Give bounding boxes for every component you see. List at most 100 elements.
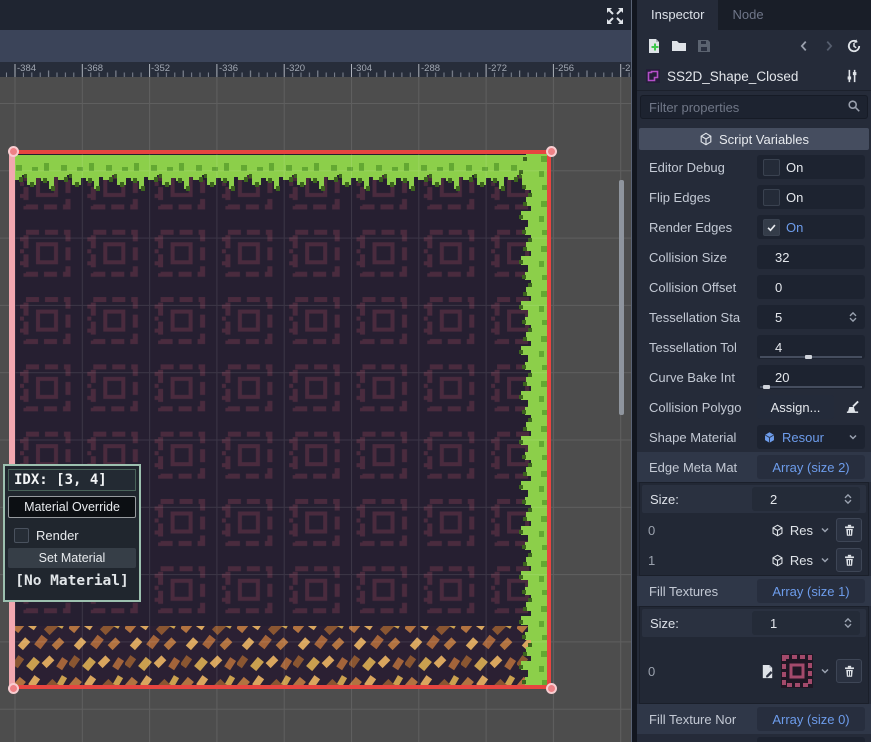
object-history-button[interactable] <box>843 35 865 57</box>
extra-tools-button[interactable] <box>841 65 863 87</box>
assign-node-button[interactable]: Assign... <box>757 395 834 419</box>
flip-edges-checkbox[interactable]: On <box>757 185 865 209</box>
edge-meta-array-button[interactable]: Array (size 2) <box>757 455 865 479</box>
expand-icon <box>605 6 625 26</box>
ruler-label: -288 <box>421 62 440 75</box>
prop-label: Collision Offset <box>649 280 757 295</box>
ruler-label: -272 <box>488 62 507 75</box>
resource-cube-icon <box>771 524 784 537</box>
prop-row-collision-size: Collision Size 32 <box>637 242 871 272</box>
filter-properties-input[interactable] <box>640 95 868 119</box>
shape-edge-bottom[interactable] <box>13 685 551 689</box>
point-handle-bottom-right[interactable] <box>546 683 557 694</box>
slider-track <box>760 386 862 388</box>
trash-icon <box>843 554 856 567</box>
chevron-down-icon <box>819 665 831 677</box>
history-forward-button[interactable] <box>818 35 840 57</box>
no-material-label: [No Material] <box>8 573 136 589</box>
viewport-2d[interactable]: -384 -368 -352 -336 -320 -304 -288 -272 … <box>0 0 631 742</box>
collision-size-field[interactable]: 32 <box>757 245 865 269</box>
ruler-label: -352 <box>151 62 170 75</box>
collision-offset-field[interactable]: 0 <box>757 275 865 299</box>
new-resource-button[interactable] <box>643 35 665 57</box>
slider-grabber[interactable] <box>763 385 770 389</box>
delete-element-button[interactable] <box>836 548 862 572</box>
point-handle-top-right[interactable] <box>546 146 557 157</box>
editor-debug-checkbox[interactable]: On <box>757 155 865 179</box>
script-category-icon <box>699 132 713 146</box>
category-script-variables[interactable]: Script Variables <box>639 128 869 150</box>
popup-idx-title: IDX: [3, 4] <box>8 469 136 491</box>
chevron-left-icon <box>797 39 811 53</box>
prop-label: Editor Debug <box>649 160 757 175</box>
new-resource-icon <box>646 38 662 54</box>
chevron-right-icon <box>822 39 836 53</box>
material-override-button[interactable]: Material Override <box>8 496 136 518</box>
shape-texture <box>0 77 631 742</box>
tessellation-tolerance-slider[interactable]: 4 <box>757 335 865 359</box>
element-index: 0 <box>648 523 771 538</box>
size-label: Size: <box>650 492 752 507</box>
tessellation-stages-spinner[interactable]: 5 <box>757 305 865 329</box>
fill-texture-z-spinner[interactable]: -10 <box>757 737 865 742</box>
viewport-vertical-scrollbar[interactable] <box>619 180 624 415</box>
render-checkbox[interactable] <box>14 528 29 543</box>
spinner-updown-icon[interactable] <box>847 310 859 324</box>
shape-edge-top[interactable] <box>13 150 551 154</box>
render-edges-checkbox[interactable]: On <box>757 215 865 239</box>
resource-cube-icon <box>763 431 776 444</box>
tab-inspector[interactable]: Inspector <box>637 0 718 30</box>
prop-label: Edge Meta Mat <box>649 460 757 475</box>
prop-row-collision-offset: Collision Offset 0 <box>637 272 871 302</box>
chevron-down-icon <box>847 431 859 443</box>
prop-row-collision-polygon: Collision Polygo Assign... <box>637 392 871 422</box>
prop-row-shape-material: Shape Material Resour <box>637 422 871 452</box>
clear-node-button[interactable] <box>839 395 865 419</box>
shape-edge-left-selected[interactable] <box>9 150 15 689</box>
fill-textures-array-button[interactable]: Array (size 1) <box>757 579 865 603</box>
array-size-spinner[interactable]: 2 <box>752 487 860 511</box>
inspector-tabbar: Inspector Node <box>637 0 871 30</box>
element-resource-picker[interactable]: Res <box>771 553 831 568</box>
delete-element-button[interactable] <box>836 518 862 542</box>
viewport-sub-toolbar <box>0 30 631 62</box>
prop-row-curve-bake-interval: Curve Bake Int 20 <box>637 362 871 392</box>
checkbox-checked-icon <box>763 219 780 236</box>
prop-row-fill-texture-z-index: Fill Texture Z I -10 <box>637 734 871 742</box>
checkbox-unchecked-icon <box>763 159 780 176</box>
prop-row-fill-texture-normals: Fill Texture Nor Array (size 0) <box>637 704 871 734</box>
horizontal-ruler: -384 -368 -352 -336 -320 -304 -288 -272 … <box>0 62 631 77</box>
prop-row-editor-debug: Editor Debug On <box>637 152 871 182</box>
search-icon <box>847 99 861 113</box>
ruler-label: -256 <box>555 62 574 75</box>
set-material-button[interactable]: Set Material <box>8 548 136 568</box>
canvas-area[interactable] <box>0 77 631 742</box>
tab-node[interactable]: Node <box>718 0 777 30</box>
shape-edge-right[interactable] <box>547 150 551 689</box>
ruler-label: -320 <box>286 62 305 75</box>
resource-cube-icon <box>771 554 784 567</box>
history-icon <box>846 38 862 54</box>
expand-viewport-button[interactable] <box>602 5 628 27</box>
prop-label: Curve Bake Int <box>649 370 757 385</box>
point-handle-top-left[interactable] <box>8 146 19 157</box>
ruler-label: -368 <box>84 62 103 75</box>
point-handle-bottom-left[interactable] <box>8 683 19 694</box>
fill-texture-normals-array-button[interactable]: Array (size 0) <box>757 707 865 731</box>
save-resource-button[interactable] <box>693 35 715 57</box>
element-resource-picker[interactable]: Res <box>771 523 831 538</box>
prop-row-edge-meta-materials: Edge Meta Mat Array (size 2) <box>637 452 871 482</box>
curve-bake-slider[interactable]: 20 <box>757 365 865 389</box>
spinner-updown-icon[interactable] <box>842 616 854 630</box>
shape-material-resource-picker[interactable]: Resour <box>757 425 865 449</box>
slider-grabber[interactable] <box>805 355 812 359</box>
texture-resource-picker[interactable] <box>760 654 831 688</box>
size-label: Size: <box>650 616 752 631</box>
delete-element-button[interactable] <box>836 659 862 683</box>
prop-label: Render Edges <box>649 220 757 235</box>
history-back-button[interactable] <box>793 35 815 57</box>
spinner-updown-icon[interactable] <box>842 492 854 506</box>
trash-icon <box>843 665 856 678</box>
array-size-spinner[interactable]: 1 <box>752 611 860 635</box>
load-resource-button[interactable] <box>668 35 690 57</box>
